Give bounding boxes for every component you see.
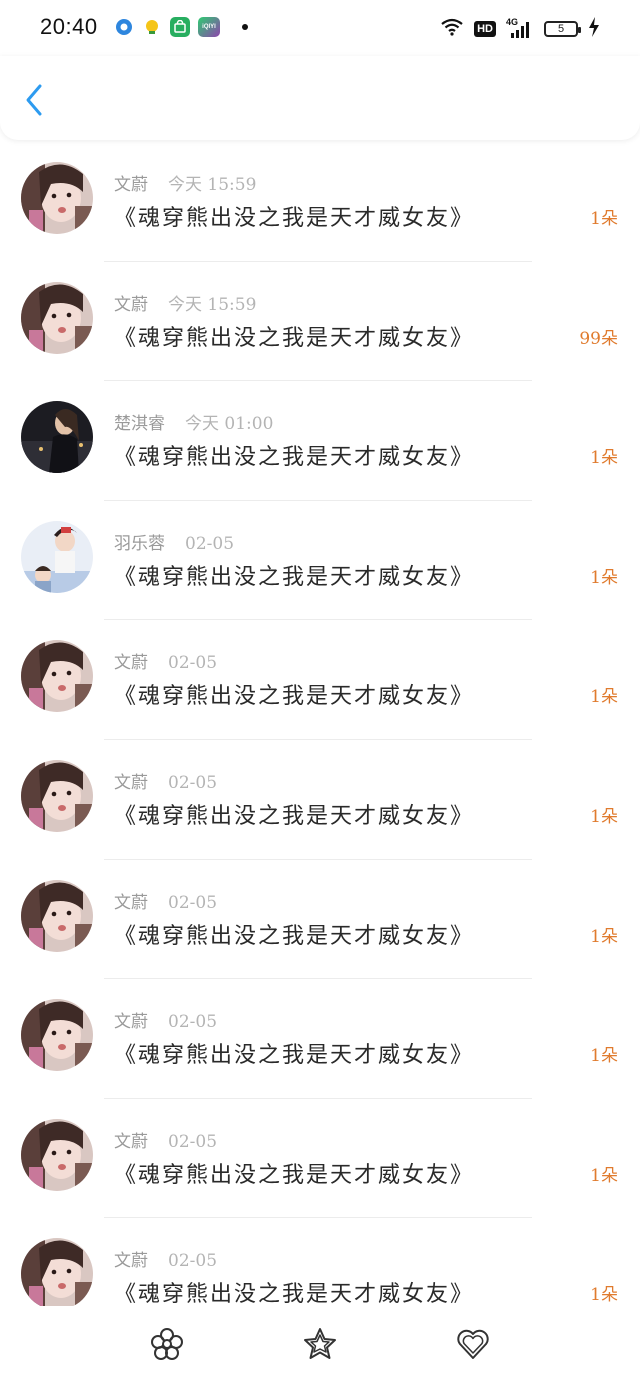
charging-icon — [588, 17, 600, 41]
iqiyi-app-icon: iQIYI — [198, 17, 220, 37]
list-item[interactable]: 文蔚 02-05 《魂穿熊出没之我是天才威女友》 1朵 — [0, 620, 640, 740]
user-name: 文蔚 — [114, 1251, 148, 1272]
timestamp: 02-05 — [185, 533, 235, 554]
avatar[interactable] — [21, 879, 93, 952]
battery-icon: 5 — [544, 21, 581, 37]
avatar[interactable] — [21, 759, 93, 832]
status-app-icons: iQIYI — [114, 17, 248, 37]
location-app-icon — [114, 17, 134, 37]
list-item[interactable]: 文蔚 02-05 《魂穿熊出没之我是天才威女友》 1朵 — [0, 1099, 640, 1219]
list-item[interactable]: 文蔚 今天 15:59 《魂穿熊出没之我是天才威女友》 1朵 — [0, 142, 640, 262]
flower-count: 1朵 — [590, 687, 618, 708]
wifi-icon — [440, 18, 464, 40]
user-name: 文蔚 — [114, 175, 148, 195]
book-title: 《魂穿熊出没之我是天才威女友》 — [114, 445, 475, 471]
battery-level: 5 — [557, 23, 565, 35]
avatar[interactable] — [21, 401, 93, 474]
flower-icon — [151, 1328, 183, 1360]
flower-count: 1朵 — [590, 1046, 618, 1067]
avatar[interactable] — [21, 1118, 93, 1191]
avatar[interactable] — [21, 999, 93, 1072]
book-title: 《魂穿熊出没之我是天才威女友》 — [114, 1043, 475, 1069]
item-meta: 文蔚 今天 15:59 — [114, 290, 256, 315]
book-title: 《魂穿熊出没之我是天才威女友》 — [114, 803, 475, 829]
user-name: 羽乐蓉 — [114, 533, 165, 554]
bottom-bar — [0, 1306, 640, 1387]
flower-count: 1朵 — [590, 1285, 618, 1306]
item-meta: 楚淇睿 今天 01:00 — [114, 409, 273, 434]
user-name: 楚淇睿 — [114, 414, 165, 435]
hd-icon: HD — [474, 21, 496, 37]
flower-count: 1朵 — [590, 926, 618, 947]
shopping-app-icon — [170, 17, 190, 37]
timestamp: 今天 15:59 — [168, 175, 257, 195]
item-meta: 文蔚 02-05 — [114, 1007, 217, 1032]
lightbulb-app-icon — [142, 17, 162, 37]
flower-count: 1朵 — [590, 448, 618, 469]
list-item[interactable]: 文蔚 02-05 《魂穿熊出没之我是天才威女友》 1朵 — [0, 860, 640, 980]
book-title: 《魂穿熊出没之我是天才威女友》 — [114, 206, 475, 231]
avatar[interactable] — [21, 1238, 93, 1311]
timestamp: 02-05 — [168, 1251, 218, 1272]
book-title: 《魂穿熊出没之我是天才威女友》 — [114, 1162, 475, 1188]
user-name: 文蔚 — [114, 653, 148, 674]
chevron-left-icon — [26, 84, 42, 116]
star-icon — [304, 1328, 336, 1359]
timestamp: 今天 15:59 — [168, 294, 257, 315]
timestamp: 02-05 — [168, 772, 218, 793]
timestamp: 今天 01:00 — [185, 414, 274, 435]
timestamp: 02-05 — [168, 1012, 218, 1033]
avatar[interactable] — [21, 162, 93, 234]
list-item[interactable]: 文蔚 02-05 《魂穿熊出没之我是天才威女友》 1朵 — [0, 979, 640, 1099]
avatar[interactable] — [21, 640, 93, 713]
signal-icon: 4G — [506, 17, 534, 39]
book-title: 《魂穿熊出没之我是天才威女友》 — [114, 923, 475, 949]
avatar[interactable] — [21, 281, 93, 354]
star-button[interactable] — [300, 1324, 340, 1364]
list-item[interactable]: 文蔚 02-05 《魂穿熊出没之我是天才威女友》 1朵 — [0, 740, 640, 860]
back-button[interactable] — [14, 80, 54, 120]
list-item[interactable]: 文蔚 今天 15:59 《魂穿熊出没之我是天才威女友》 99朵 — [0, 262, 640, 382]
timestamp: 02-05 — [168, 1131, 218, 1152]
iqiyi-label: iQIYI — [202, 24, 216, 30]
book-title: 《魂穿熊出没之我是天才威女友》 — [114, 325, 475, 351]
avatar[interactable] — [21, 520, 93, 593]
list-item[interactable]: 羽乐蓉 02-05 《魂穿熊出没之我是天才威女友》 1朵 — [0, 501, 640, 621]
user-name: 文蔚 — [114, 892, 148, 913]
user-name: 文蔚 — [114, 294, 148, 315]
flower-count: 99朵 — [579, 328, 618, 349]
item-meta: 文蔚 02-05 — [114, 1246, 217, 1271]
item-meta: 文蔚 今天 15:59 — [114, 170, 256, 195]
list-item[interactable]: 楚淇睿 今天 01:00 《魂穿熊出没之我是天才威女友》 1朵 — [0, 381, 640, 501]
flower-count: 1朵 — [590, 1165, 618, 1186]
item-meta: 文蔚 02-05 — [114, 648, 217, 673]
book-title: 《魂穿熊出没之我是天才威女友》 — [114, 1282, 475, 1308]
timestamp: 02-05 — [168, 653, 218, 674]
timestamp: 02-05 — [168, 892, 218, 913]
status-right: HD 4G 5 — [440, 17, 600, 41]
flower-count: 1朵 — [590, 806, 618, 827]
status-time: 20:40 — [40, 14, 98, 39]
flower-button[interactable] — [147, 1324, 187, 1364]
item-meta: 文蔚 02-05 — [114, 768, 217, 793]
status-bar: 20:40 iQIYI HD 4G 5 — [0, 0, 640, 56]
user-name: 文蔚 — [114, 1131, 148, 1152]
heart-icon — [457, 1329, 489, 1359]
flower-count: 1朵 — [590, 209, 618, 229]
header — [0, 56, 640, 140]
item-meta: 羽乐蓉 02-05 — [114, 529, 234, 554]
user-name: 文蔚 — [114, 772, 148, 793]
user-name: 文蔚 — [114, 1012, 148, 1033]
flower-count: 1朵 — [590, 567, 618, 588]
book-title: 《魂穿熊出没之我是天才威女友》 — [114, 564, 475, 590]
item-meta: 文蔚 02-05 — [114, 888, 217, 913]
item-meta: 文蔚 02-05 — [114, 1127, 217, 1152]
notification-dot-icon — [242, 24, 248, 30]
book-title: 《魂穿熊出没之我是天才威女友》 — [114, 684, 475, 710]
heart-button[interactable] — [453, 1324, 493, 1364]
gift-record-list: 文蔚 今天 15:59 《魂穿熊出没之我是天才威女友》 1朵 文蔚 今天 15:59 《魂穿… — [0, 142, 640, 1338]
